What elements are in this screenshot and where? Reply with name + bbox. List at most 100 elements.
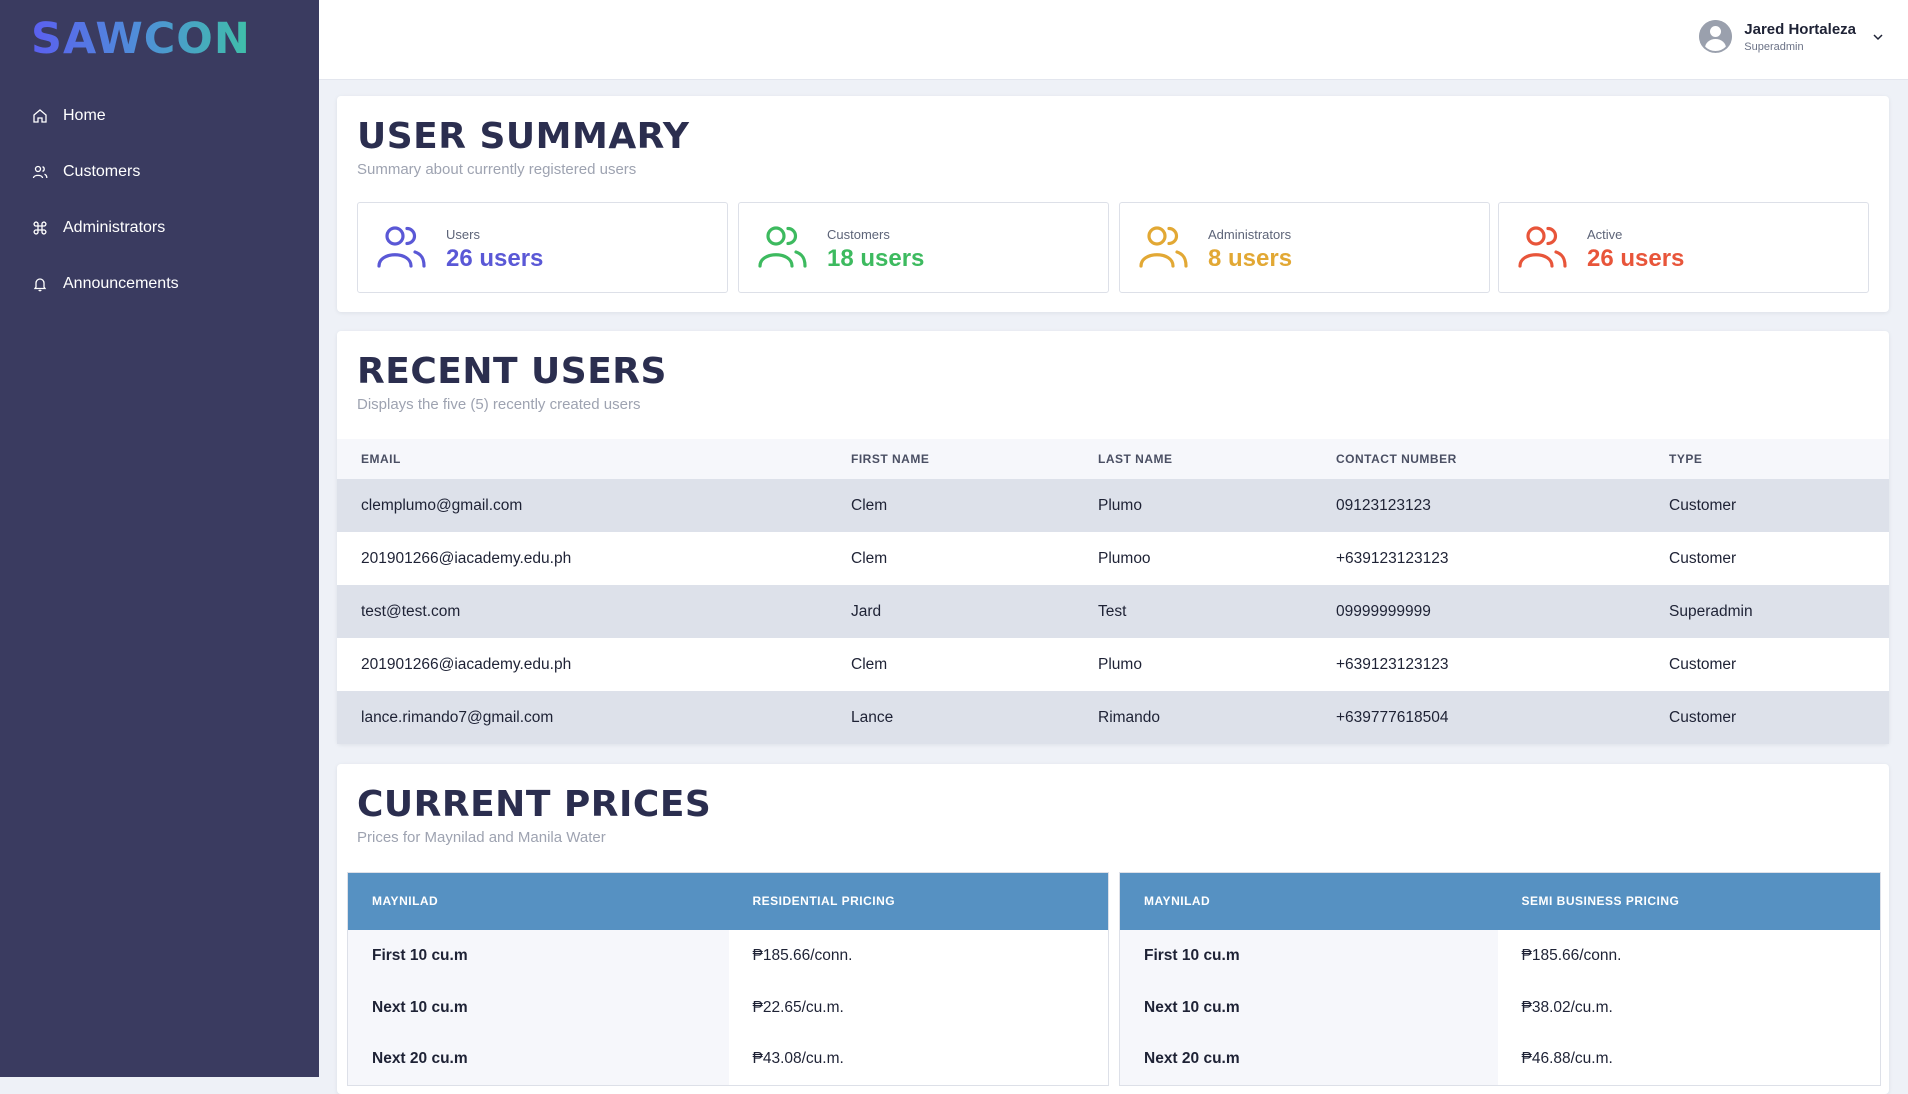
section-title: CURRENT PRICES (357, 784, 712, 825)
users-icon (377, 226, 426, 268)
price-value: ₱185.66/conn. (728, 929, 1109, 982)
table-row[interactable]: 201901266@iacademy.edu.ph Clem Plumoo +6… (337, 532, 1889, 585)
cell-last-name: Plumo (1074, 479, 1312, 532)
column-header: MAYNILAD (1119, 872, 1498, 930)
users-icon (758, 226, 807, 268)
price-tier: Next 10 cu.m (347, 981, 729, 1034)
table-row[interactable]: lance.rimando7@gmail.com Lance Rimando +… (337, 691, 1889, 744)
cell-type: Customer (1645, 479, 1889, 532)
sidebar-item-label: Announcements (63, 275, 179, 292)
price-row: Next 20 cu.m ₱46.88/cu.m. (1119, 1033, 1881, 1086)
price-table-header: MAYNILAD RESIDENTIAL PRICING (347, 872, 1109, 930)
price-value: ₱22.65/cu.m. (728, 981, 1109, 1034)
column-header: SEMI BUSINESS PRICING (1497, 872, 1881, 930)
cell-last-name: Rimando (1074, 691, 1312, 744)
cell-first-name: Clem (827, 532, 1074, 585)
table-row[interactable]: clemplumo@gmail.com Clem Plumo 091231231… (337, 479, 1889, 532)
price-table-semi-business: MAYNILAD SEMI BUSINESS PRICING First 10 … (1119, 872, 1881, 1086)
card-subtitle: Summary about currently registered users (357, 161, 637, 178)
column-header[interactable]: EMAIL (337, 439, 827, 479)
column-header[interactable]: TYPE (1645, 439, 1889, 479)
price-row: First 10 cu.m ₱185.66/conn. (347, 929, 1109, 982)
cell-email: clemplumo@gmail.com (337, 479, 827, 532)
price-table-residential: MAYNILAD RESIDENTIAL PRICING First 10 cu… (347, 872, 1109, 1086)
bell-icon (33, 278, 47, 292)
price-value: ₱185.66/conn. (1497, 929, 1881, 982)
column-header: RESIDENTIAL PRICING (728, 872, 1109, 930)
stat-label: Users (446, 227, 480, 242)
price-row: Next 10 cu.m ₱22.65/cu.m. (347, 981, 1109, 1034)
top-bar: Jared Hortaleza Superadmin (319, 0, 1908, 80)
user-role: Superadmin (1744, 40, 1804, 53)
price-tier: Next 20 cu.m (1119, 1033, 1498, 1086)
avatar (1699, 20, 1733, 53)
user-menu[interactable]: Jared Hortaleza Superadmin (1699, 20, 1884, 53)
cell-email: 201901266@iacademy.edu.ph (337, 532, 827, 585)
price-tier: Next 10 cu.m (1119, 981, 1498, 1034)
stat-administrators: Administrators 8 users (1119, 202, 1490, 293)
table-row[interactable]: test@test.com Jard Test 09999999999 Supe… (337, 585, 1889, 638)
users-icon (1139, 226, 1188, 268)
stat-value: 26 users (446, 245, 544, 272)
price-tier: Next 20 cu.m (347, 1033, 729, 1086)
stat-value: 8 users (1208, 245, 1293, 272)
cell-email: 201901266@iacademy.edu.ph (337, 638, 827, 691)
price-value: ₱38.02/cu.m. (1497, 981, 1881, 1034)
user-summary-card: USER SUMMARY Summary about currently reg… (337, 96, 1889, 312)
column-header[interactable]: LAST NAME (1074, 439, 1312, 479)
price-value: ₱43.08/cu.m. (728, 1033, 1109, 1086)
sidebar-item-home[interactable]: Home (0, 88, 319, 144)
card-subtitle: Displays the five (5) recently created u… (357, 396, 641, 413)
sidebar: SAWCON Home Customers Administrators Ann… (0, 0, 319, 1077)
sidebar-item-announcements[interactable]: Announcements (0, 256, 319, 312)
cell-contact: 09123123123 (1312, 479, 1645, 532)
stat-users: Users 26 users (357, 202, 728, 293)
section-title: RECENT USERS (357, 351, 667, 392)
users-icon (32, 165, 48, 179)
user-name: Jared Hortaleza (1744, 20, 1856, 38)
price-tier: First 10 cu.m (1119, 929, 1498, 982)
sidebar-nav: Home Customers Administrators Announceme… (0, 88, 319, 312)
cell-first-name: Clem (827, 638, 1074, 691)
column-header[interactable]: CONTACT NUMBER (1312, 439, 1645, 479)
chevron-down-icon[interactable] (1872, 31, 1884, 43)
price-row: Next 20 cu.m ₱43.08/cu.m. (347, 1033, 1109, 1086)
cell-type: Customer (1645, 638, 1889, 691)
cell-first-name: Jard (827, 585, 1074, 638)
cell-type: Superadmin (1645, 585, 1889, 638)
users-icon (1518, 226, 1567, 268)
sidebar-item-administrators[interactable]: Administrators (0, 200, 319, 256)
sidebar-item-label: Administrators (63, 219, 166, 236)
cell-first-name: Clem (827, 479, 1074, 532)
cell-type: Customer (1645, 691, 1889, 744)
price-tier: First 10 cu.m (347, 929, 729, 982)
cell-first-name: Lance (827, 691, 1074, 744)
cell-contact: +639123123123 (1312, 638, 1645, 691)
column-header: MAYNILAD (347, 872, 729, 930)
stat-customers: Customers 18 users (738, 202, 1109, 293)
user-info: Jared Hortaleza Superadmin (1744, 21, 1856, 53)
home-icon (33, 109, 47, 123)
card-subtitle: Prices for Maynilad and Manila Water (357, 829, 606, 846)
stat-label: Administrators (1208, 227, 1292, 242)
cell-contact: 09999999999 (1312, 585, 1645, 638)
brand-logo[interactable]: SAWCON (31, 14, 251, 64)
recent-users-card: RECENT USERS Displays the five (5) recen… (337, 331, 1889, 744)
price-row: First 10 cu.m ₱185.66/conn. (1119, 929, 1881, 982)
stat-label: Active (1587, 227, 1623, 242)
cell-last-name: Test (1074, 585, 1312, 638)
cell-type: Customer (1645, 532, 1889, 585)
price-row: Next 10 cu.m ₱38.02/cu.m. (1119, 981, 1881, 1034)
column-header[interactable]: FIRST NAME (827, 439, 1074, 479)
sidebar-item-customers[interactable]: Customers (0, 144, 319, 200)
price-table-header: MAYNILAD SEMI BUSINESS PRICING (1119, 872, 1881, 930)
current-prices-card: CURRENT PRICES Prices for Maynilad and M… (337, 764, 1889, 1094)
page-title: USER SUMMARY (357, 116, 690, 157)
cell-last-name: Plumoo (1074, 532, 1312, 585)
stat-value: 26 users (1587, 245, 1685, 272)
recent-users-table: EMAIL FIRST NAME LAST NAME CONTACT NUMBE… (337, 439, 1889, 744)
cell-contact: +639123123123 (1312, 532, 1645, 585)
table-row[interactable]: 201901266@iacademy.edu.ph Clem Plumo +63… (337, 638, 1889, 691)
sidebar-item-label: Customers (63, 163, 141, 180)
cell-email: lance.rimando7@gmail.com (337, 691, 827, 744)
